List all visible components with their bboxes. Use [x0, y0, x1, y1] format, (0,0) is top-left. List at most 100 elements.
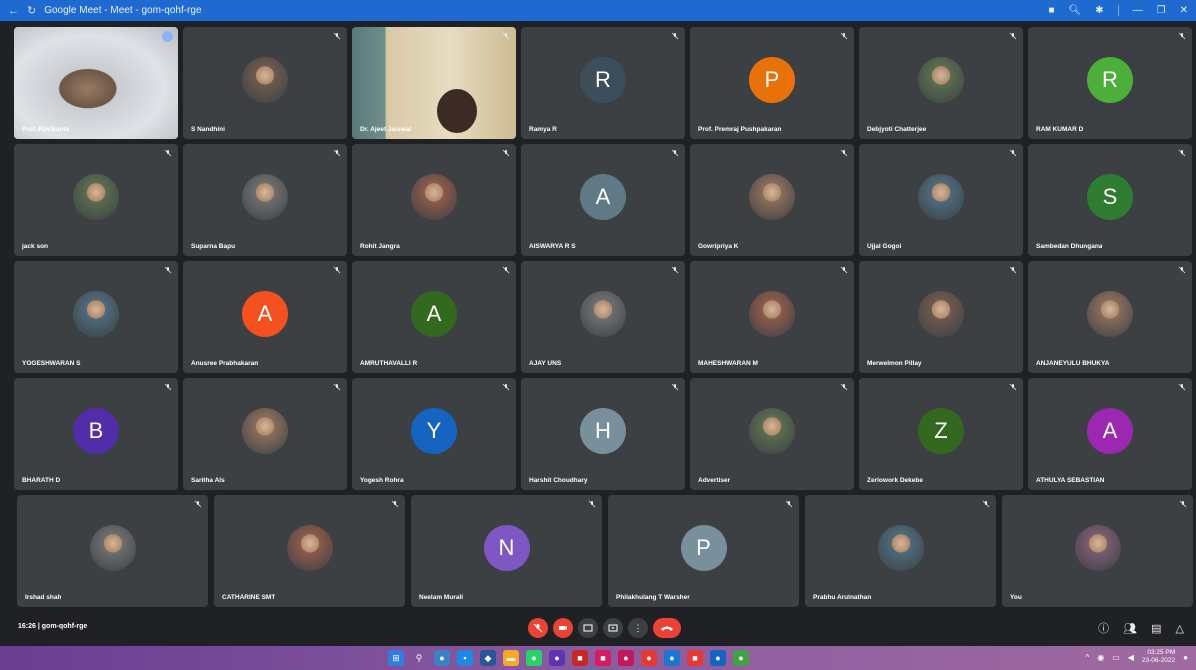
participant-tile[interactable]: AJAY UNS: [521, 261, 685, 373]
participant-tile[interactable]: Gowripriya K: [690, 144, 854, 256]
participant-tile[interactable]: Prabhu Arulnathan: [805, 495, 996, 607]
app-icon[interactable]: ●: [710, 650, 726, 666]
participant-name: Philakhulang T Warsher: [616, 594, 690, 601]
more-vert-icon: ⋮: [633, 622, 643, 633]
battery-icon[interactable]: ▭: [1112, 653, 1120, 662]
app-icon[interactable]: ●: [549, 650, 565, 666]
participant-tile[interactable]: A AISWARYA R S: [521, 144, 685, 256]
app-icon[interactable]: ●: [618, 650, 634, 666]
app-icon[interactable]: ■: [687, 650, 703, 666]
participant-name: Harshit Choudhary: [529, 477, 588, 484]
participant-tile[interactable]: MAHESHWARAN M: [690, 261, 854, 373]
participant-photo: [286, 525, 333, 571]
app-icon[interactable]: ●: [526, 650, 542, 666]
reload-icon[interactable]: ↻: [27, 4, 36, 17]
participant-tile[interactable]: jack son: [14, 144, 178, 256]
participant-tile[interactable]: Suparna Bapu: [183, 144, 347, 256]
participant-tile[interactable]: Advertiser: [690, 378, 854, 490]
mic-muted-icon: [502, 149, 510, 157]
participant-tile[interactable]: Saritha Als: [183, 378, 347, 490]
participant-tile[interactable]: R RAM KUMAR D: [1028, 27, 1192, 139]
search-icon[interactable]: ⚲: [411, 650, 427, 666]
participant-tile[interactable]: S Sambedan Dhungana: [1028, 144, 1192, 256]
taskbar-clock[interactable]: 03:25 PM 23-06-2022: [1142, 649, 1175, 665]
app-icon[interactable]: ●: [664, 650, 680, 666]
more-options-button[interactable]: ⋮: [628, 618, 648, 638]
maximize-button[interactable]: ❐: [1157, 5, 1166, 16]
mic-muted-icon: [194, 500, 202, 508]
participant-name: Prabhu Arulnathan: [813, 594, 872, 601]
participant-tile[interactable]: Z Zerlowork Dekebe: [859, 378, 1023, 490]
participant-tile[interactable]: Merwelmon Pillay: [859, 261, 1023, 373]
mic-muted-icon: [588, 500, 596, 508]
present-button[interactable]: [603, 618, 623, 638]
activities-icon[interactable]: △: [1176, 622, 1184, 635]
participant-tile[interactable]: CATHARINE SMT: [214, 495, 405, 607]
participant-name: Zerlowork Dekebe: [867, 477, 923, 484]
app-icon[interactable]: ■: [572, 650, 588, 666]
app-icon[interactable]: ■: [595, 650, 611, 666]
app-icon[interactable]: ●: [434, 650, 450, 666]
meeting-details-icon[interactable]: ⓘ: [1098, 620, 1109, 636]
participant-tile[interactable]: Debjyoti Chatterjee: [859, 27, 1023, 139]
participant-tile[interactable]: A Anusree Prabhakaran: [183, 261, 347, 373]
participant-tile[interactable]: A ATHULYA SEBASTIAN: [1028, 378, 1192, 490]
participant-name: Dr. Ajeet Jaiswal: [360, 126, 412, 133]
participant-tile[interactable]: R Ramya R: [521, 27, 685, 139]
app-icon[interactable]: ◆: [480, 650, 496, 666]
participant-name: Neelam Murali: [419, 594, 464, 601]
participant-avatar: P: [749, 57, 795, 103]
clock-date: 23-06-2022: [1141, 657, 1176, 664]
participant-photo: [877, 525, 924, 571]
back-icon[interactable]: ←: [8, 5, 19, 17]
participant-tile[interactable]: B BHARATH D: [14, 378, 178, 490]
participant-tile[interactable]: A AMRUTHAVALLI R: [352, 261, 516, 373]
participant-name: Gowripriya K: [698, 243, 739, 250]
mic-off-icon: [533, 623, 543, 633]
mic-muted-icon: [1178, 383, 1186, 391]
leave-call-button[interactable]: [653, 618, 681, 638]
participant-tile[interactable]: P Philakhulang T Warsher: [608, 495, 799, 607]
participant-tile[interactable]: YOGESHWARAN S: [14, 261, 178, 373]
participant-tile[interactable]: P Prof. Premraj Pushpakaran: [690, 27, 854, 139]
participant-tile[interactable]: Prof. Ravikanta: [14, 27, 178, 139]
participant-name: AJAY UNS: [529, 360, 562, 367]
volume-icon[interactable]: ◀: [1128, 653, 1134, 662]
camera-toggle-button[interactable]: [553, 618, 573, 638]
participant-tile[interactable]: ANJANEYULU BHUKYA: [1028, 261, 1192, 373]
app-icon[interactable]: ●: [733, 650, 749, 666]
minimize-button[interactable]: —: [1133, 5, 1143, 16]
zoom-icon[interactable]: 🔍︎: [1069, 5, 1082, 16]
participant-tile[interactable]: Irshad shah: [17, 495, 208, 607]
app-icon[interactable]: ▪: [457, 650, 473, 666]
captions-button[interactable]: [578, 618, 598, 638]
app-icon[interactable]: ●: [641, 650, 657, 666]
people-icon[interactable]: 👥︎: [1123, 622, 1137, 635]
mic-muted-icon: [671, 266, 679, 274]
participant-tile[interactable]: Dr. Ajeet Jaiswal: [352, 27, 516, 139]
chat-icon[interactable]: ▤: [1151, 622, 1161, 635]
os-taskbar: ⊞ ⚲ ● ▪ ◆ ▬ ● ● ■ ■ ● ● ● ■ ● ● ^ ◉ ▭ ◀ …: [0, 646, 1196, 670]
participant-tile[interactable]: S Nandhini: [183, 27, 347, 139]
participant-tile[interactable]: Ujjal Gogoi: [859, 144, 1023, 256]
network-icon[interactable]: ◉: [1097, 653, 1104, 662]
participant-name: Advertiser: [698, 477, 731, 484]
participant-face: [437, 88, 478, 133]
camera-indicator-icon[interactable]: ■: [1049, 5, 1055, 16]
extensions-icon[interactable]: ✱: [1095, 5, 1103, 16]
meeting-time: 16:26: [18, 623, 36, 630]
participant-tile[interactable]: You: [1002, 495, 1193, 607]
mic-toggle-button[interactable]: [528, 618, 548, 638]
participant-tile[interactable]: N Neelam Murali: [411, 495, 602, 607]
participant-tile[interactable]: H Harshit Choudhary: [521, 378, 685, 490]
close-button[interactable]: ✕: [1180, 5, 1188, 16]
participant-tile[interactable]: Y Yogesh Rohra: [352, 378, 516, 490]
participant-name: Sambedan Dhungana: [1036, 243, 1103, 250]
file-explorer-icon[interactable]: ▬: [503, 650, 519, 666]
participant-avatar: P: [680, 525, 727, 571]
start-icon[interactable]: ⊞: [388, 650, 404, 666]
chevron-up-icon[interactable]: ^: [1085, 653, 1089, 662]
notification-icon[interactable]: ●: [1183, 653, 1188, 662]
mic-muted-icon: [1009, 32, 1017, 40]
participant-tile[interactable]: Rohit Jangra: [352, 144, 516, 256]
